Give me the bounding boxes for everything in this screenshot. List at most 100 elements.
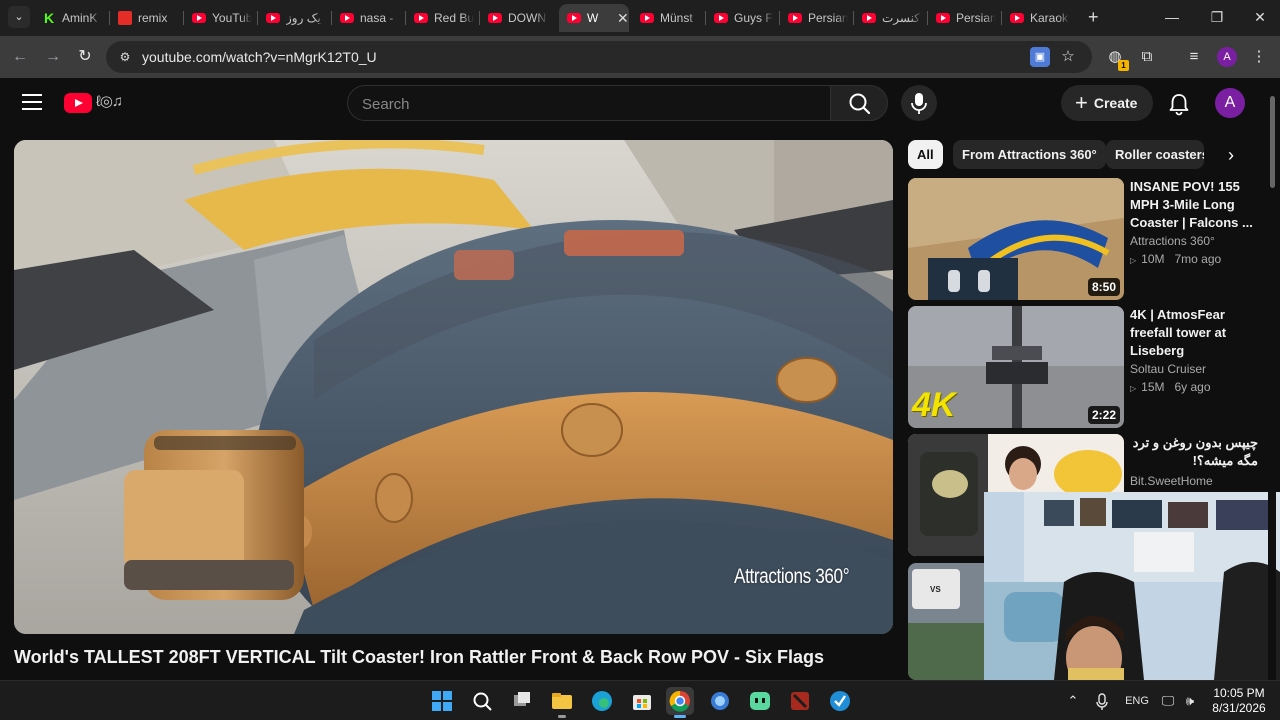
clock-time: 10:05 PM bbox=[1213, 686, 1265, 700]
chevron-right-icon[interactable]: › bbox=[1220, 144, 1242, 166]
recommendation-title[interactable]: چیپس بدون روغن و ترد مگه میشه؟! bbox=[1130, 434, 1258, 470]
close-tab-icon[interactable]: ✕ bbox=[617, 10, 629, 27]
recommendation-item[interactable]: 4K 2:22 4K | AtmosFear freefall tower at… bbox=[908, 306, 1258, 428]
webcam-overlay bbox=[984, 492, 1280, 680]
guide-menu-icon[interactable] bbox=[22, 94, 42, 110]
extension-badge: 1 bbox=[1118, 60, 1129, 71]
minimize-button[interactable]: — bbox=[1157, 6, 1187, 28]
youtube-logo[interactable] bbox=[64, 93, 92, 113]
channel-name[interactable]: Bit.SweetHome bbox=[1130, 474, 1213, 488]
video-player[interactable]: Attractions 360° bbox=[14, 140, 893, 634]
browser-tab[interactable]: Münst bbox=[632, 4, 704, 32]
forward-button[interactable]: → bbox=[42, 46, 64, 68]
extensions-puzzle-icon[interactable]: ⧉ bbox=[1137, 47, 1157, 67]
search-taskbar-icon[interactable] bbox=[468, 687, 496, 715]
browser-tab[interactable]: Persian bbox=[780, 4, 852, 32]
edge-browser-icon[interactable] bbox=[588, 687, 616, 715]
browser-tab[interactable]: Red Bu bbox=[406, 4, 478, 32]
browser-tab[interactable]: Karaok bbox=[1002, 4, 1074, 32]
address-bar[interactable]: ⚙ youtube.com/watch?v=nMgrK12T0_U ▣ ☆ bbox=[106, 41, 1092, 73]
browser-tab[interactable]: nasa - bbox=[332, 4, 404, 32]
channel-name[interactable]: Soltau Cruiser bbox=[1130, 362, 1206, 376]
task-view-icon[interactable] bbox=[508, 687, 536, 715]
url-text[interactable]: youtube.com/watch?v=nMgrK12T0_U bbox=[142, 49, 377, 65]
extension-icon[interactable]: ◍ 1 bbox=[1105, 47, 1129, 71]
clock-date: 8/31/2026 bbox=[1212, 701, 1266, 715]
video-thumbnail[interactable]: 4K 2:22 bbox=[908, 306, 1124, 428]
start-windows-icon[interactable] bbox=[428, 687, 456, 715]
youtube-icon bbox=[192, 13, 206, 23]
browser-profile-avatar[interactable]: A bbox=[1217, 47, 1237, 67]
app-checkmark-icon[interactable] bbox=[826, 687, 854, 715]
account-avatar[interactable]: A bbox=[1215, 88, 1245, 118]
chip-roller-coasters[interactable]: Roller coasters bbox=[1106, 140, 1204, 169]
video-meta: ▷ 15M 6y ago bbox=[1130, 380, 1211, 394]
maximize-button[interactable]: ❐ bbox=[1202, 6, 1232, 28]
browser-tab[interactable]: YouTub bbox=[184, 4, 256, 32]
browser-tab[interactable]: یک روز bbox=[258, 4, 330, 32]
chat-app-icon[interactable] bbox=[746, 687, 774, 715]
thumbnail-4k-text: 4K bbox=[912, 386, 956, 424]
install-app-icon[interactable]: ▣ bbox=[1030, 47, 1050, 67]
tab-title: یک روز bbox=[286, 11, 321, 25]
video-title: World's TALLEST 208FT VERTICAL Tilt Coas… bbox=[14, 647, 825, 667]
browser-tab-strip: ⌄ K AminK remix YouTub یک روز nasa - Red Bu DOW… bbox=[0, 0, 1280, 36]
reload-button[interactable]: ↻ bbox=[74, 46, 96, 68]
bookmark-star-icon[interactable]: ☆ bbox=[1058, 47, 1078, 67]
youtube-icon bbox=[714, 13, 728, 23]
page-scrollbar-thumb[interactable] bbox=[1270, 96, 1275, 188]
tab-title: nasa - bbox=[360, 11, 394, 25]
youtube-icon bbox=[488, 13, 502, 23]
back-button[interactable]: ← bbox=[9, 46, 31, 68]
voice-search-button[interactable] bbox=[901, 85, 937, 121]
browser-tab[interactable]: Persian bbox=[928, 4, 1000, 32]
video-duration: 2:22 bbox=[1087, 406, 1120, 424]
video-thumbnail[interactable]: 8:50 bbox=[908, 178, 1124, 300]
recommendation-item[interactable]: 8:50 INSANE POV! 155 MPH 3-Mile Long Coa… bbox=[908, 178, 1258, 300]
browser-tab[interactable]: DOWN bbox=[480, 4, 552, 32]
view-count: 10M bbox=[1141, 252, 1165, 266]
view-count: 15M bbox=[1141, 380, 1165, 394]
tab-title: Persian bbox=[808, 11, 848, 25]
notifications-bell-icon[interactable] bbox=[1166, 91, 1192, 117]
recommendation-title[interactable]: INSANE POV! 155 MPH 3-Mile Long Coaster … bbox=[1130, 178, 1258, 232]
dota-game-icon[interactable] bbox=[786, 687, 814, 715]
video-frame bbox=[14, 140, 893, 634]
logo-doodle-icon[interactable]: ℓ◎♫ bbox=[96, 92, 123, 110]
volume-icon[interactable]: 🕪 bbox=[1182, 691, 1198, 711]
chip-from-attractions-360[interactable]: From Attractions 360° bbox=[953, 140, 1106, 169]
search-input[interactable]: Search bbox=[347, 85, 831, 121]
language-indicator[interactable]: ENG bbox=[1122, 691, 1152, 711]
microsoft-store-icon[interactable] bbox=[628, 687, 656, 715]
chip-all[interactable]: All bbox=[908, 140, 943, 169]
taskbar-clock[interactable]: 10:05 PM 8/31/2026 bbox=[1206, 686, 1272, 716]
channel-name[interactable]: Attractions 360° bbox=[1130, 234, 1215, 248]
windows-taskbar: ⌃ ENG 🖵 🕪 10:05 PM 8/31/2026 bbox=[0, 680, 1280, 720]
close-window-button[interactable]: ✕ bbox=[1245, 6, 1275, 28]
tray-chevron-up-icon[interactable]: ⌃ bbox=[1064, 691, 1082, 711]
browser-tab[interactable]: Guys F bbox=[706, 4, 778, 32]
microphone-tray-icon[interactable] bbox=[1094, 691, 1110, 711]
browser-tab[interactable]: کنسرت bbox=[854, 4, 926, 32]
media-control-icon[interactable]: ≡ bbox=[1184, 47, 1204, 67]
play-icon: ▷ bbox=[1130, 384, 1137, 393]
site-info-icon[interactable]: ⚙ bbox=[116, 48, 134, 66]
app-orb-icon[interactable] bbox=[706, 687, 734, 715]
chrome-icon[interactable] bbox=[666, 687, 694, 718]
browser-tab-active[interactable]: W ✕ bbox=[559, 4, 629, 32]
new-tab-button[interactable]: + bbox=[1088, 8, 1099, 26]
file-explorer-icon[interactable] bbox=[548, 687, 576, 718]
network-icon[interactable]: 🖵 bbox=[1160, 691, 1176, 711]
tab-title: remix bbox=[138, 11, 168, 25]
browser-menu-icon[interactable]: ⋮ bbox=[1249, 47, 1269, 67]
webcam-image bbox=[984, 492, 1280, 680]
browser-tab[interactable]: remix bbox=[110, 4, 182, 32]
youtube-header: ℓ◎♫ Search + Create A bbox=[0, 78, 1280, 130]
browser-tab[interactable]: K AminK bbox=[36, 4, 108, 32]
tab-search-button[interactable]: ⌄ bbox=[8, 6, 30, 28]
create-button[interactable]: + Create bbox=[1061, 85, 1153, 121]
search-button[interactable] bbox=[830, 85, 888, 121]
play-icon: ▷ bbox=[1130, 256, 1137, 265]
youtube-icon bbox=[340, 13, 354, 23]
recommendation-title[interactable]: 4K | AtmosFear freefall tower at Liseber… bbox=[1130, 306, 1258, 360]
